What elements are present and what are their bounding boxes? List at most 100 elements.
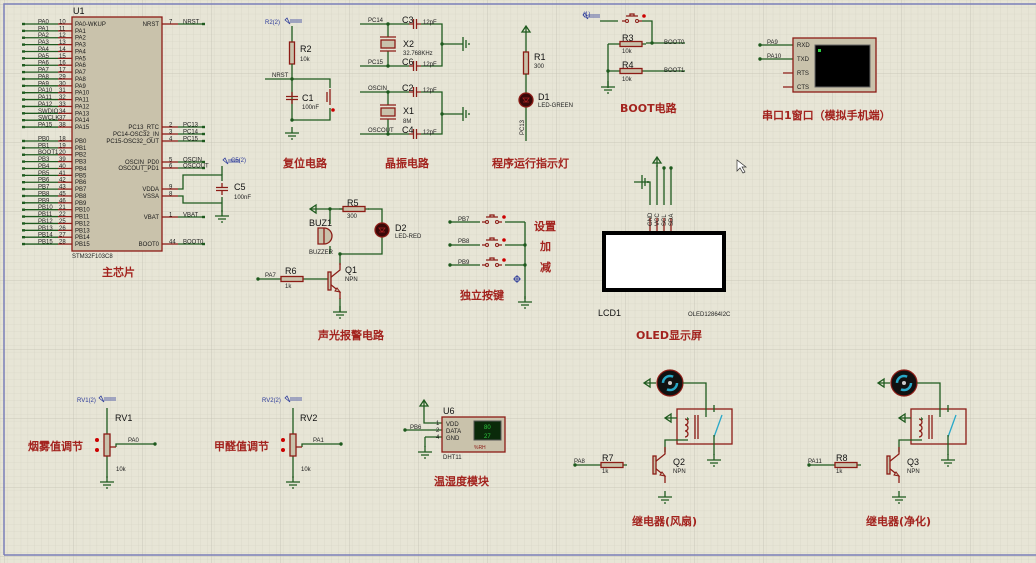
pin-end (22, 98, 25, 101)
mcu-title: 主芯片 (102, 265, 135, 279)
pin-number: 30 (59, 81, 66, 87)
r6-resistor (280, 275, 304, 283)
c6-ref: C6 (402, 57, 414, 67)
pin-number: 29 (59, 74, 66, 80)
pin-net-label: PA4 (38, 47, 50, 53)
potentiometer-icon (103, 433, 111, 457)
pin-number: 26 (59, 226, 66, 232)
x1-value: 8M (403, 119, 411, 125)
pin-name: PB14 (75, 235, 90, 241)
pin-end (22, 160, 25, 163)
pin-end (22, 84, 25, 88)
pin-end (22, 222, 25, 225)
pin-net-label: PB3 (38, 157, 50, 163)
pin-name: PC13_RTC (128, 125, 159, 131)
r1-value: 300 (534, 64, 545, 70)
r3-ref: R3 (622, 33, 634, 43)
buz1-value: BUZZER (309, 250, 334, 256)
schematic-canvas[interactable]: U1 STM32F103C8 PA0 10 PA0-WKUP PA1 11 PA1 PA2 1… (0, 0, 1036, 563)
state-dot (281, 448, 285, 452)
transistor-base (327, 271, 332, 291)
net-boot1: BOOT1 (664, 68, 685, 74)
q3-value: NPN (907, 469, 920, 475)
fan-hub (668, 381, 672, 385)
junction (290, 118, 294, 122)
pin-end (22, 118, 25, 122)
pin-net-label: PB13 (38, 226, 53, 232)
crystal-title: 晶振电路 (385, 156, 430, 170)
uart-title: 串口1窗口（模拟手机端） (762, 108, 891, 122)
pin-name: PA1 (75, 29, 87, 35)
pin-end (202, 22, 205, 26)
transistor-base (652, 455, 657, 475)
schematic-svg[interactable]: U1 STM32F103C8 PA0 10 PA0-WKUPPA1 11 PA1PA2 1… (0, 0, 1036, 563)
junction (523, 263, 527, 267)
net-pa7: PA7 (265, 273, 277, 279)
net-pb9: PB9 (458, 260, 470, 266)
c2-ref: C2 (402, 83, 414, 93)
terminal-screen[interactable] (814, 44, 871, 88)
pin-net-label: PB1 (38, 143, 50, 149)
pin-end (22, 57, 25, 60)
state-dot (95, 448, 99, 452)
junction (256, 277, 260, 281)
pin-number: 25 (59, 219, 66, 225)
pin-number: 20 (59, 150, 66, 156)
buzzer-icon (317, 227, 333, 245)
oled-screen[interactable] (602, 231, 726, 292)
rv1-value: 10k (116, 467, 127, 473)
pin-net-label: PB4 (38, 164, 50, 170)
alarm-title: 声光报警电路 (317, 328, 385, 342)
boot-terminal: (1) (583, 12, 590, 18)
pin-name: PB4 (75, 166, 87, 172)
net-pa9: PA9 (767, 40, 779, 46)
rv2-terminal: RV2(2) (262, 398, 281, 404)
rv1-terminal: RV1(2) (77, 398, 96, 404)
pin-number: 11 (59, 26, 66, 32)
pin-name: VBAT (144, 215, 160, 221)
relay1-title: 继电器(风扇) (632, 514, 697, 528)
pin-name: PA2 (75, 36, 87, 42)
oled-pin-gnd: GND (648, 212, 654, 226)
pin-name: PB15 (75, 242, 90, 248)
pin-name: PB12 (75, 221, 90, 227)
pin-net-label: PB7 (38, 185, 50, 191)
pin-net-label: PB5 (38, 171, 50, 177)
pin-name: PA0-WKUP (75, 22, 106, 28)
pin-number: 27 (59, 233, 66, 239)
pin-net-label: PA9 (38, 81, 50, 87)
pin-name: PA5 (75, 56, 87, 62)
reset-title: 复位电路 (282, 156, 328, 170)
q2-ref: Q2 (673, 457, 685, 467)
pin-name: PC14-OSC32_IN (113, 132, 159, 138)
junction (403, 428, 407, 432)
q1-ref: Q1 (345, 265, 357, 275)
pin-end (22, 187, 25, 191)
junction (386, 22, 390, 26)
d2-ref: D2 (395, 223, 407, 233)
r6-value: 1k (285, 284, 292, 290)
pin-name: PA4 (75, 49, 87, 55)
pin-number: 32 (59, 95, 66, 101)
net-pb6: PB6 (410, 425, 422, 431)
potentiometer-icon (289, 433, 297, 457)
fan-hub (902, 381, 906, 385)
pin-name: PB2 (75, 153, 87, 159)
pin-name: PB9 (75, 201, 87, 207)
net-pc15: PC15 (368, 60, 384, 66)
pin-net-label: PB8 (38, 191, 50, 197)
x1-ref: X1 (403, 106, 414, 116)
pin-net-label: PB15 (38, 240, 53, 246)
pin-name: PA12 (75, 104, 90, 110)
pin-number: 39 (59, 157, 66, 163)
pin-end (22, 105, 25, 108)
pin-net-label: PA7 (38, 68, 50, 74)
pin-name: VDDA (142, 187, 159, 193)
pin-end (22, 229, 25, 232)
led-icon (518, 92, 534, 108)
dht-pin-data: DATA (446, 429, 461, 435)
relay2-title: 继电器(净化) (866, 514, 931, 528)
pin-net-label: PC14 (183, 130, 199, 136)
key-label-plus: 加 (539, 239, 551, 253)
pin-net-label: PB10 (38, 205, 53, 211)
